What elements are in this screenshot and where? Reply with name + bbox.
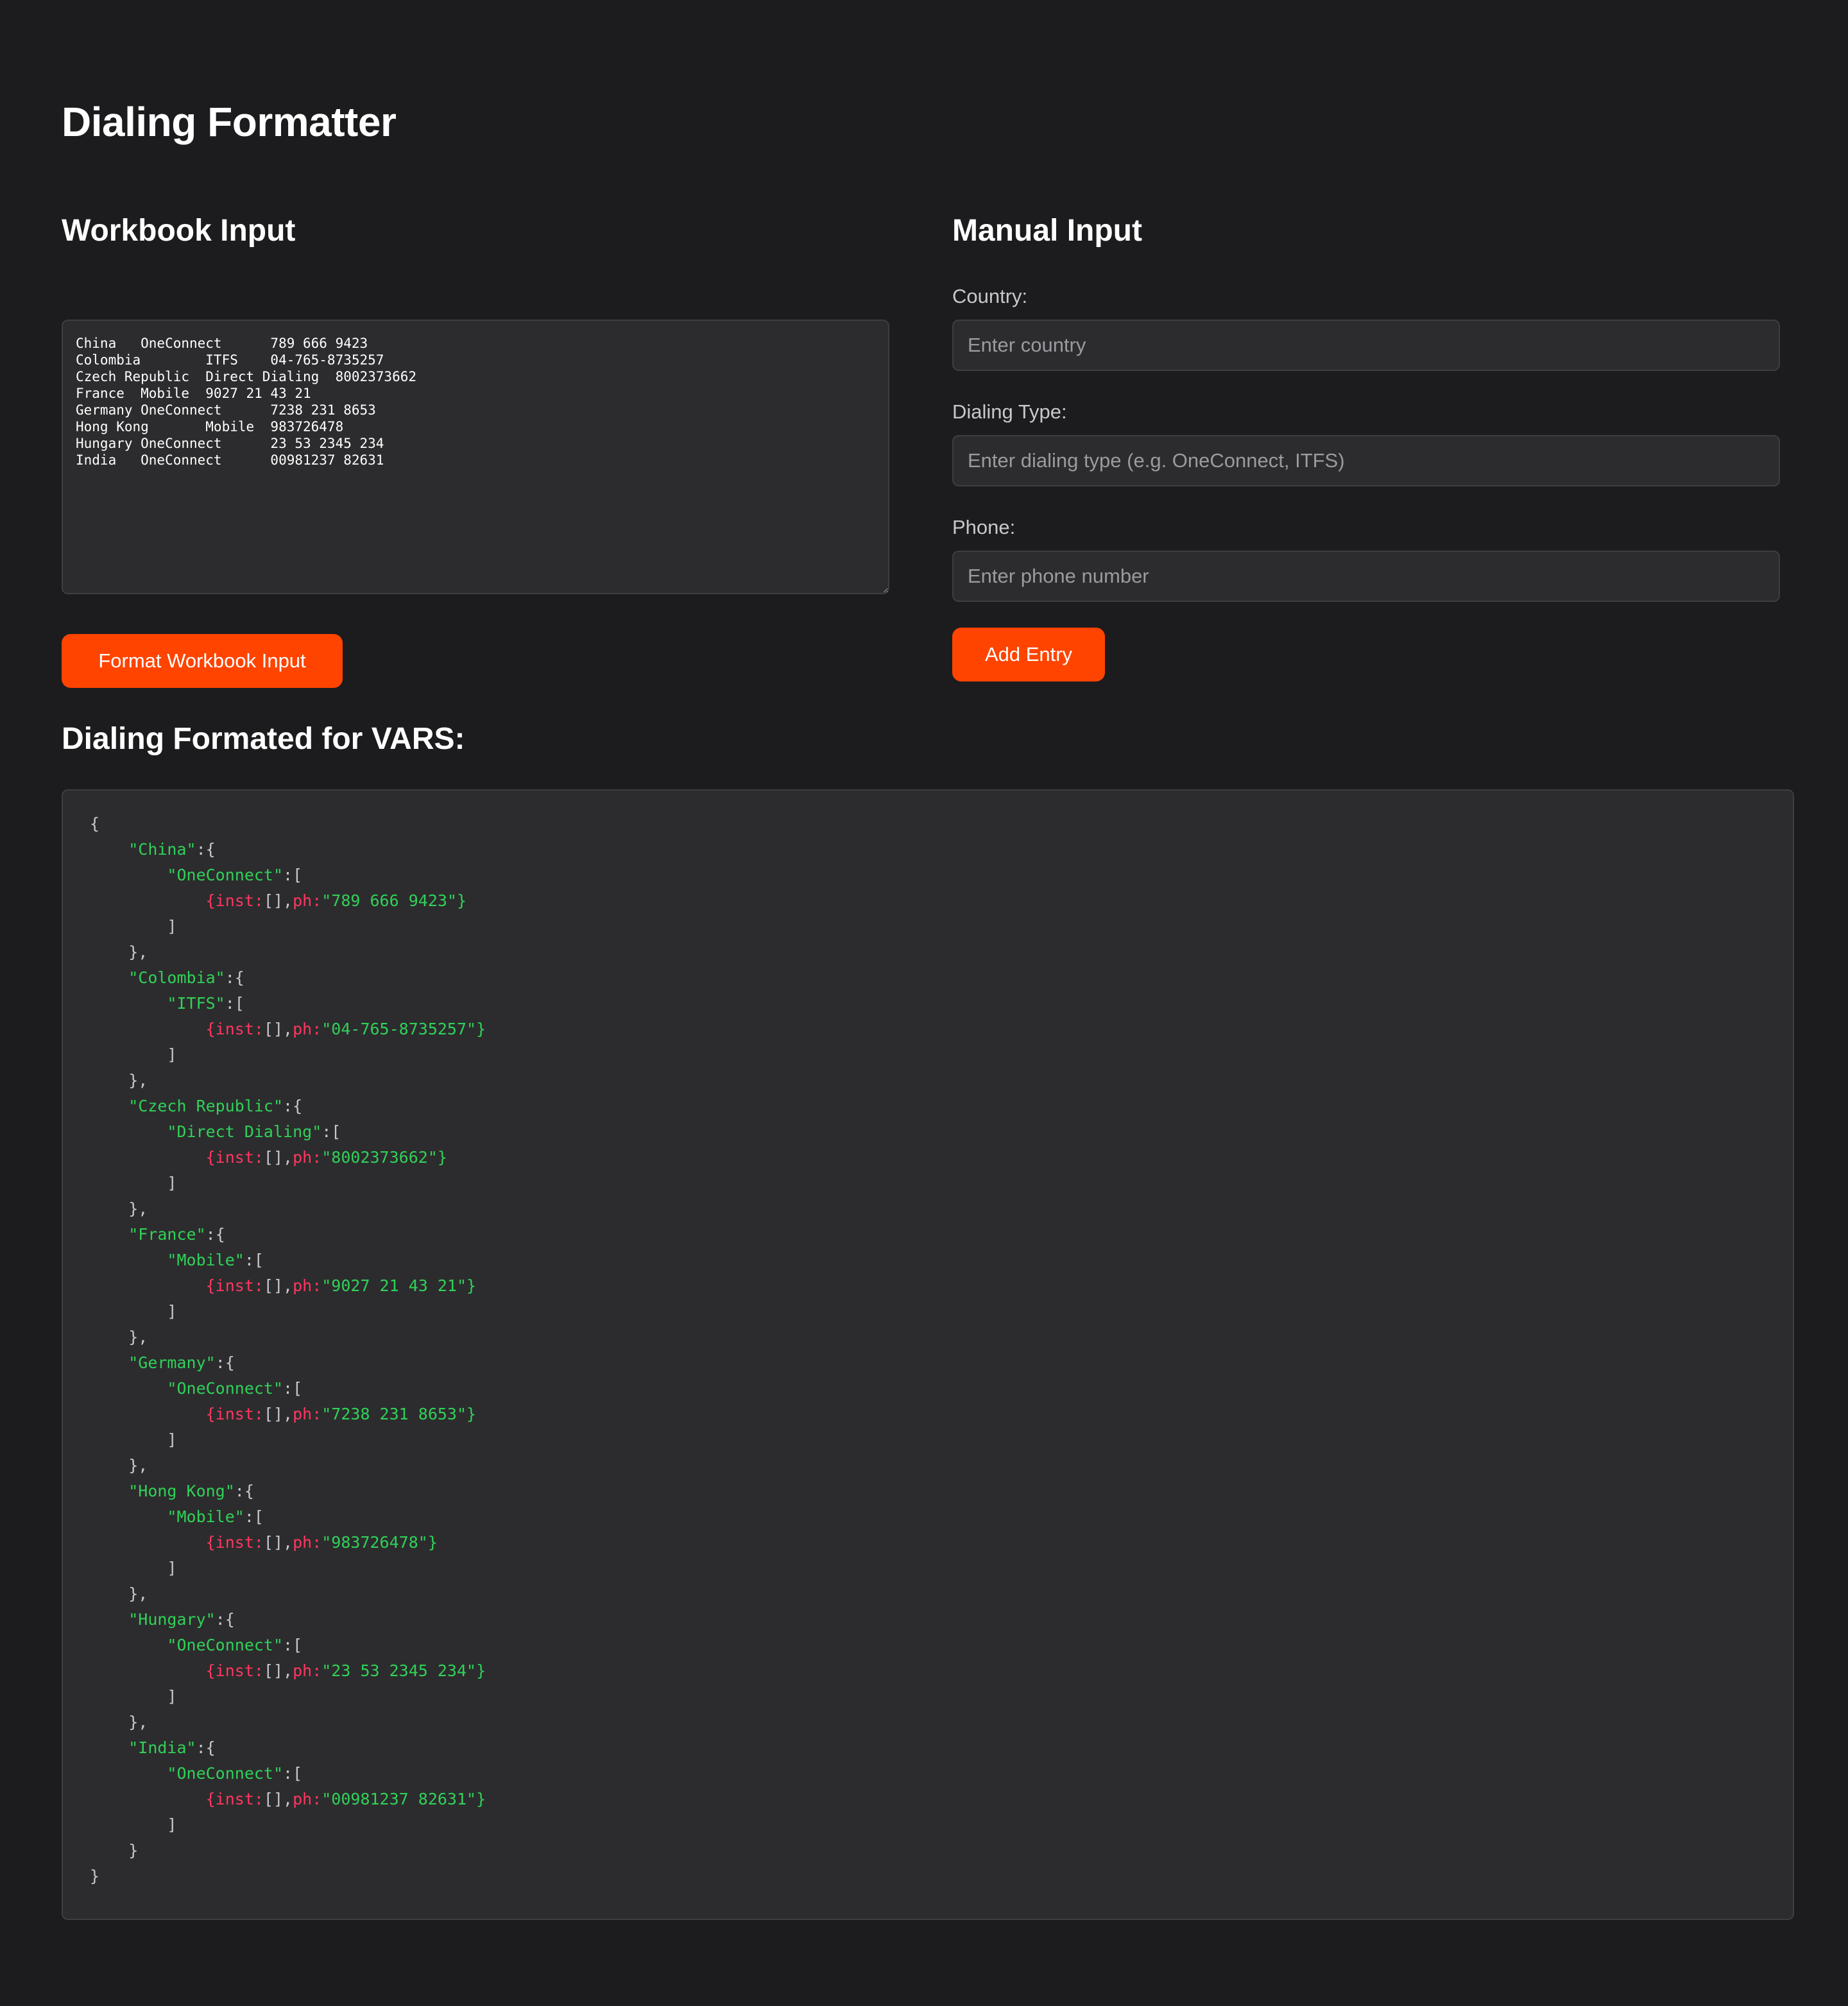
json-inst-key: {inst:	[205, 1148, 264, 1167]
json-inst-key: {inst:	[205, 1276, 264, 1295]
json-country-key: "Colombia"	[128, 968, 225, 987]
json-country-key: "India"	[128, 1738, 196, 1757]
json-type-key: "Mobile"	[167, 1251, 244, 1269]
json-phone-value: "00981237 82631"}	[321, 1790, 486, 1808]
json-inst-key: {inst:	[205, 1790, 264, 1808]
workbook-input-title: Workbook Input	[62, 214, 296, 248]
json-country-key: "France"	[128, 1225, 206, 1244]
json-ph-key: ph:	[293, 1533, 322, 1552]
json-ph-key: ph:	[293, 1405, 322, 1423]
json-phone-value: "983726478"}	[321, 1533, 438, 1552]
json-ph-key: ph:	[293, 891, 322, 910]
phone-label: Phone:	[952, 516, 1016, 538]
json-phone-value: "9027 21 43 21"}	[321, 1276, 477, 1295]
json-inst-key: {inst:	[205, 1020, 264, 1038]
manual-input-title: Manual Input	[952, 214, 1142, 248]
json-ph-key: ph:	[293, 1020, 322, 1038]
json-phone-value: "789 666 9423"}	[321, 891, 467, 910]
json-type-key: "Direct Dialing"	[167, 1122, 322, 1141]
output-title: Dialing Formated for VARS:	[62, 722, 465, 756]
json-ph-key: ph:	[293, 1661, 322, 1680]
formatted-output-panel: { "China":{ "OneConnect":[ {inst:[],ph:"…	[62, 789, 1794, 1920]
json-country-key: "Hong Kong"	[128, 1482, 235, 1500]
json-ph-key: ph:	[293, 1276, 322, 1295]
json-country-key: "Hungary"	[128, 1610, 216, 1629]
json-phone-value: "7238 231 8653"}	[321, 1405, 477, 1423]
workbook-textarea[interactable]	[62, 320, 889, 594]
json-inst-key: {inst:	[205, 1661, 264, 1680]
json-type-key: "OneConnect"	[167, 866, 284, 884]
json-ph-key: ph:	[293, 1790, 322, 1808]
json-type-key: "OneConnect"	[167, 1379, 284, 1398]
json-type-key: "OneConnect"	[167, 1636, 284, 1654]
dialing-type-label: Dialing Type:	[952, 400, 1067, 423]
json-type-key: "OneConnect"	[167, 1764, 284, 1783]
json-phone-value: "23 53 2345 234"}	[321, 1661, 486, 1680]
json-country-key: "China"	[128, 840, 196, 859]
json-ph-key: ph:	[293, 1148, 322, 1167]
json-country-key: "Germany"	[128, 1353, 216, 1372]
json-inst-key: {inst:	[205, 891, 264, 910]
country-input[interactable]	[952, 320, 1780, 371]
json-phone-value: "8002373662"}	[321, 1148, 447, 1167]
json-phone-value: "04-765-8735257"}	[321, 1020, 486, 1038]
json-type-key: "Mobile"	[167, 1507, 244, 1526]
phone-input[interactable]	[952, 551, 1780, 602]
add-entry-button[interactable]: Add Entry	[952, 628, 1105, 682]
json-inst-key: {inst:	[205, 1405, 264, 1423]
country-label: Country:	[952, 285, 1028, 307]
json-country-key: "Czech Republic"	[128, 1097, 284, 1115]
dialing-type-input[interactable]	[952, 435, 1780, 486]
format-workbook-button[interactable]: Format Workbook Input	[62, 634, 343, 688]
formatted-json-output: { "China":{ "OneConnect":[ {inst:[],ph:"…	[90, 814, 486, 1885]
page-title: Dialing Formatter	[62, 99, 397, 145]
json-type-key: "ITFS"	[167, 994, 225, 1013]
json-inst-key: {inst:	[205, 1533, 264, 1552]
